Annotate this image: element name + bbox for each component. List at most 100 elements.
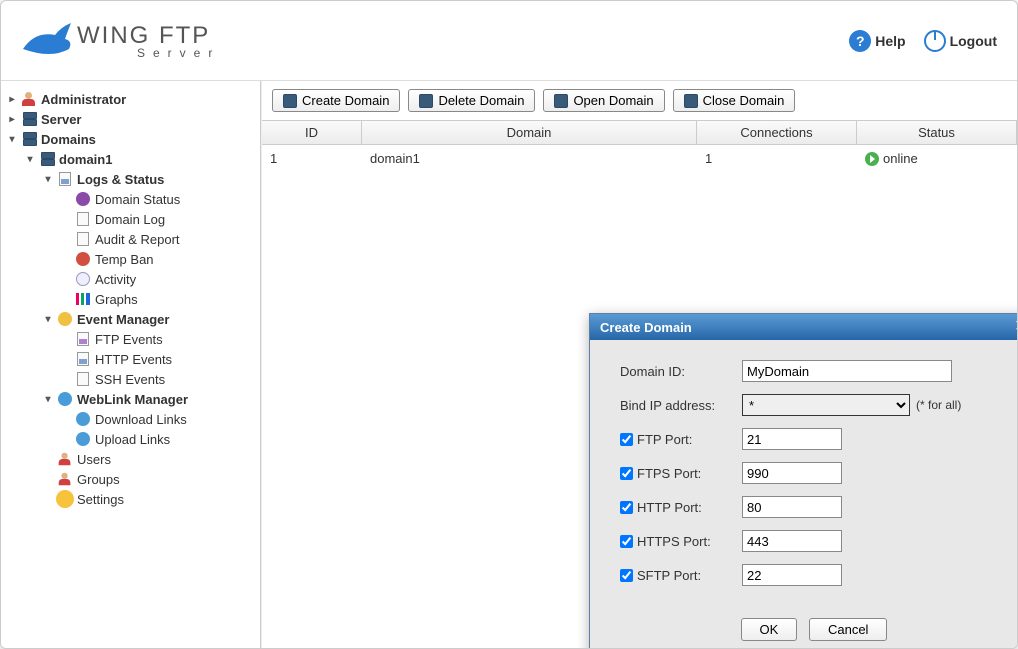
https-port-label: HTTPS Port: [637, 534, 711, 549]
sidebar-label-server: Server [41, 112, 81, 127]
sidebar-label-download-links: Download Links [95, 412, 187, 427]
users-icon [57, 451, 73, 467]
cell-status: online [857, 145, 1017, 175]
sftp-port-input[interactable] [742, 564, 842, 586]
sidebar-item-settings[interactable]: Settings [43, 489, 254, 509]
dialog-titlebar[interactable]: Create Domain ✕ [590, 314, 1017, 340]
sidebar-item-weblink-manager[interactable]: ▾ WebLink Manager [43, 389, 254, 409]
server-icon [21, 111, 37, 127]
log-icon [75, 211, 91, 227]
status-text: online [883, 151, 918, 166]
sidebar-label-temp-ban: Temp Ban [95, 252, 154, 267]
sidebar-item-groups[interactable]: Groups [43, 469, 254, 489]
sidebar-item-temp-ban[interactable]: Temp Ban [61, 249, 254, 269]
sidebar-label-settings: Settings [77, 492, 124, 507]
sidebar-item-audit-report[interactable]: Audit & Report [61, 229, 254, 249]
logout-icon [924, 30, 946, 52]
https-port-input[interactable] [742, 530, 842, 552]
sidebar-label-logs-status: Logs & Status [77, 172, 164, 187]
sidebar-label-ftp-events: FTP Events [95, 332, 163, 347]
groups-icon [57, 471, 73, 487]
sidebar-item-users[interactable]: Users [43, 449, 254, 469]
ban-icon [75, 251, 91, 267]
ftp-port-input[interactable] [742, 428, 842, 450]
sidebar-item-http-events[interactable]: HTTP Events [61, 349, 254, 369]
collapse-icon: ▸ [7, 114, 17, 125]
sidebar-item-administrator[interactable]: ▸ Administrator [7, 89, 254, 109]
ftps-port-label: FTPS Port: [637, 466, 701, 481]
delete-domain-button[interactable]: Delete Domain [408, 89, 535, 112]
sidebar-label-users: Users [77, 452, 111, 467]
sidebar-item-domain-log[interactable]: Domain Log [61, 209, 254, 229]
domain-id-input[interactable] [742, 360, 952, 382]
sidebar-item-ssh-events[interactable]: SSH Events [61, 369, 254, 389]
help-button[interactable]: ? Help [849, 30, 905, 52]
sftp-port-label: SFTP Port: [637, 568, 701, 583]
event-manager-icon [57, 311, 73, 327]
ok-button[interactable]: OK [741, 618, 798, 641]
upload-icon [75, 431, 91, 447]
header-status[interactable]: Status [857, 121, 1017, 144]
graphs-icon [75, 291, 91, 307]
sidebar-item-logs-status[interactable]: ▾ Logs & Status [43, 169, 254, 189]
ftps-port-checkbox[interactable] [620, 467, 633, 480]
ftp-port-label: FTP Port: [637, 432, 692, 447]
disk-icon [283, 94, 297, 108]
whale-logo-icon [21, 19, 75, 63]
open-domain-button[interactable]: Open Domain [543, 89, 664, 112]
logout-button[interactable]: Logout [924, 30, 997, 52]
logs-icon [57, 171, 73, 187]
http-port-input[interactable] [742, 496, 842, 518]
sidebar-item-domains[interactable]: ▾ Domains [7, 129, 254, 149]
create-domain-button[interactable]: Create Domain [272, 89, 400, 112]
sidebar-item-event-manager[interactable]: ▾ Event Manager [43, 309, 254, 329]
sftp-port-checkbox[interactable] [620, 569, 633, 582]
sidebar-item-ftp-events[interactable]: FTP Events [61, 329, 254, 349]
expand-icon: ▾ [25, 154, 35, 165]
table-row[interactable]: 1 domain1 1 online [262, 145, 1017, 175]
dialog-title-text: Create Domain [600, 320, 692, 335]
sidebar-label-ssh-events: SSH Events [95, 372, 165, 387]
sidebar-label-audit-report: Audit & Report [95, 232, 180, 247]
disk-icon [419, 94, 433, 108]
sidebar-item-server[interactable]: ▸ Server [7, 109, 254, 129]
sidebar-label-domains: Domains [41, 132, 96, 147]
activity-icon [75, 271, 91, 287]
logo: WING FTP Server [21, 19, 220, 63]
cell-id: 1 [262, 145, 362, 175]
sidebar-item-download-links[interactable]: Download Links [61, 409, 254, 429]
sidebar-label-domain-log: Domain Log [95, 212, 165, 227]
app-header: WING FTP Server ? Help Logout [1, 1, 1017, 81]
help-label: Help [875, 33, 905, 49]
sidebar-item-domain1[interactable]: ▾ domain1 [25, 149, 254, 169]
cancel-label: Cancel [828, 622, 868, 637]
sidebar-label-http-events: HTTP Events [95, 352, 172, 367]
header-connections[interactable]: Connections [697, 121, 857, 144]
ssh-events-icon [75, 371, 91, 387]
domain-table-header: ID Domain Connections Status [262, 120, 1017, 145]
sidebar-item-graphs[interactable]: Graphs [61, 289, 254, 309]
sidebar-item-domain-status[interactable]: Domain Status [61, 189, 254, 209]
ftp-port-checkbox[interactable] [620, 433, 633, 446]
domain-icon [39, 151, 55, 167]
https-port-checkbox[interactable] [620, 535, 633, 548]
sidebar-tree[interactable]: ▸ Administrator ▸ Server ▾ Domains ▾ dom… [1, 81, 261, 648]
download-icon [75, 411, 91, 427]
expand-icon: ▾ [7, 134, 17, 145]
logout-label: Logout [950, 33, 997, 49]
dialog-close-button[interactable]: ✕ [1015, 319, 1017, 335]
http-port-checkbox[interactable] [620, 501, 633, 514]
help-icon: ? [849, 30, 871, 52]
sidebar-item-activity[interactable]: Activity [61, 269, 254, 289]
sidebar-item-upload-links[interactable]: Upload Links [61, 429, 254, 449]
header-domain[interactable]: Domain [362, 121, 697, 144]
ftps-port-input[interactable] [742, 462, 842, 484]
cancel-button[interactable]: Cancel [809, 618, 887, 641]
close-domain-button[interactable]: Close Domain [673, 89, 796, 112]
header-id[interactable]: ID [262, 121, 362, 144]
delete-domain-label: Delete Domain [438, 93, 524, 108]
http-port-label: HTTP Port: [637, 500, 702, 515]
logo-main-text: WING FTP [77, 22, 210, 49]
bind-ip-select[interactable]: * [742, 394, 910, 416]
sidebar-label-domain1: domain1 [59, 152, 112, 167]
